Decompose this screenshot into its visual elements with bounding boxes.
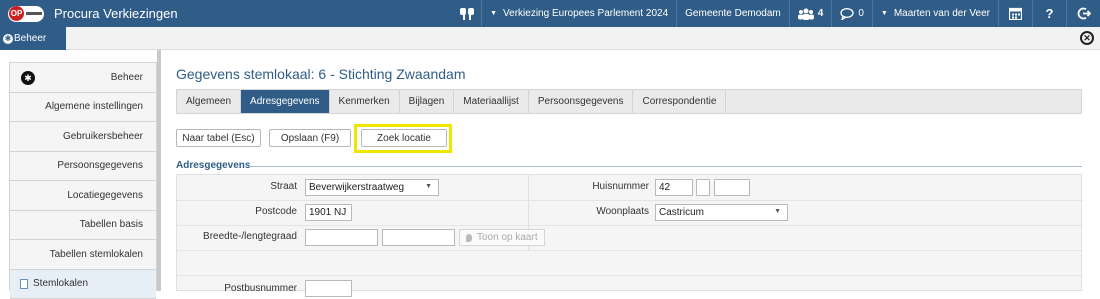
logout-button[interactable] <box>1066 0 1100 27</box>
housenumber-letter-input[interactable] <box>696 179 710 196</box>
tab-algemeen[interactable]: Algemeen <box>177 90 241 113</box>
back-to-table-button[interactable]: Naar tabel (Esc) <box>176 129 261 147</box>
street-value: Beverwijkerstraatweg <box>309 182 404 193</box>
panel-splitter[interactable] <box>157 50 161 291</box>
pobox-label: Postbusnummer <box>177 283 297 294</box>
show-on-map-label: Toon op kaart <box>477 232 538 243</box>
tab-adresgegevens[interactable]: Adresgegevens <box>241 90 330 113</box>
calendar-button[interactable] <box>998 0 1032 27</box>
street-label: Straat <box>177 181 297 192</box>
close-icon[interactable]: ✕ <box>1080 31 1094 45</box>
tab-bijlagen[interactable]: Bijlagen <box>400 90 455 113</box>
postcode-input[interactable]: 1901 NJ <box>305 204 352 221</box>
gear-icon: ✱ <box>3 34 13 44</box>
tab-kenmerken[interactable]: Kenmerken <box>330 90 400 113</box>
sidebar-item-persoonsgegevens[interactable]: Persoonsgegevens <box>10 152 156 182</box>
page-title: Gegevens stemlokaal: 6 - Stichting Zwaan… <box>176 66 465 82</box>
sidebar-item-gebruikersbeheer[interactable]: Gebruikersbeheer <box>10 122 156 152</box>
sidebar-item-label: Stemlokalen <box>33 278 88 289</box>
caret-down-icon: ▼ <box>425 183 432 190</box>
pobox-input[interactable] <box>305 280 352 297</box>
postcode-label: Postcode <box>177 206 297 217</box>
logo-letters: OP <box>9 6 24 21</box>
user-name: Maarten van der Veer <box>894 8 990 19</box>
sidebar-item-label: Gebruikersbeheer <box>63 131 143 142</box>
section-divider <box>248 166 1082 167</box>
save-button[interactable]: Opslaan (F9) <box>269 129 351 147</box>
caret-down-icon: ▼ <box>881 10 888 17</box>
housenumber-input[interactable]: 42 <box>655 179 693 196</box>
city-label: Woonplaats <box>529 206 649 217</box>
logout-icon <box>1077 7 1091 20</box>
messages-button[interactable]: 0 <box>831 0 872 27</box>
show-on-map-button[interactable]: Toon op kaart <box>459 229 545 246</box>
sidebar-item-tabellen-stemlokalen[interactable]: Tabellen stemlokalen <box>10 240 156 270</box>
latitude-input[interactable] <box>305 229 378 246</box>
help-icon: ? <box>1046 6 1054 21</box>
tab-beheer[interactable]: ✱ Beheer <box>0 27 66 50</box>
map-pin-icon <box>466 234 472 242</box>
highlight-frame <box>354 124 452 153</box>
housenumber-addition-input[interactable] <box>714 179 750 196</box>
sidebar-item-label: Beheer <box>111 72 143 83</box>
tab-materiaallijst[interactable]: Materiaallijst <box>454 90 529 113</box>
street-select[interactable]: Beverwijkerstraatweg ▼ <box>305 179 439 196</box>
app-logo[interactable]: OP <box>0 0 50 27</box>
speech-bubble-icon <box>840 8 854 20</box>
longitude-input[interactable] <box>382 229 455 246</box>
latlon-label: Breedte-/lengtegraad <box>177 231 297 242</box>
switch-app-icon[interactable] <box>453 0 481 27</box>
address-form: Straat Beverwijkerstraatweg ▼ Huisnummer… <box>176 174 1082 291</box>
municipality-label: Gemeente Demodam <box>685 8 781 19</box>
sidebar-item-label: Tabellen basis <box>80 219 143 230</box>
tab-beheer-label: Beheer <box>14 33 46 44</box>
document-icon <box>20 279 28 289</box>
sidebar-item-label: Tabellen stemlokalen <box>50 249 143 260</box>
app-title: Procura Verkiezingen <box>54 6 178 21</box>
sidebar: ✱ Beheer Algemene instellingen Gebruiker… <box>9 62 157 291</box>
users-count: 4 <box>818 8 824 19</box>
calendar-icon <box>1009 7 1022 20</box>
sidebar-item-label: Persoonsgegevens <box>57 160 143 171</box>
help-button[interactable]: ? <box>1032 0 1066 27</box>
sidebar-item-tabellen-basis[interactable]: Tabellen basis <box>10 211 156 241</box>
tab-persoonsgegevens[interactable]: Persoonsgegevens <box>529 90 634 113</box>
sidebar-item-label: Locatiegegevens <box>67 190 143 201</box>
top-navigation-bar: OP Procura Verkiezingen ▼ Verkiezing Eur… <box>0 0 1100 27</box>
messages-count: 0 <box>858 8 864 19</box>
sidebar-item-beheer[interactable]: ✱ Beheer <box>10 63 156 93</box>
caret-down-icon: ▼ <box>774 208 781 215</box>
housenumber-label: Huisnummer <box>529 181 649 192</box>
logo-badge: OP <box>8 6 44 22</box>
city-value: Castricum <box>659 207 704 218</box>
tab-bar: Algemeen Adresgegevens Kenmerken Bijlage… <box>176 89 1082 114</box>
sidebar-item-locatiegegevens[interactable]: Locatiegegevens <box>10 181 156 211</box>
users-button[interactable]: 4 <box>789 0 832 27</box>
municipality-link[interactable]: Gemeente Demodam <box>676 0 789 27</box>
city-select[interactable]: Castricum ▼ <box>655 204 788 221</box>
user-menu[interactable]: ▼ Maarten van der Veer <box>872 0 998 27</box>
election-label: Verkiezing Europees Parlement 2024 <box>503 8 668 19</box>
sidebar-item-label: Algemene instellingen <box>45 101 143 112</box>
module-tab-bar: ✱ Beheer ✕ <box>0 27 1100 50</box>
users-icon <box>798 8 814 20</box>
sidebar-item-algemene-instellingen[interactable]: Algemene instellingen <box>10 93 156 123</box>
caret-down-icon: ▼ <box>490 10 497 17</box>
section-title: Adresgegevens <box>176 160 250 171</box>
election-selector[interactable]: ▼ Verkiezing Europees Parlement 2024 <box>481 0 676 27</box>
gear-icon: ✱ <box>21 71 35 85</box>
sidebar-item-stemlokalen[interactable]: Stemlokalen <box>10 270 156 299</box>
tab-correspondentie[interactable]: Correspondentie <box>633 90 726 113</box>
